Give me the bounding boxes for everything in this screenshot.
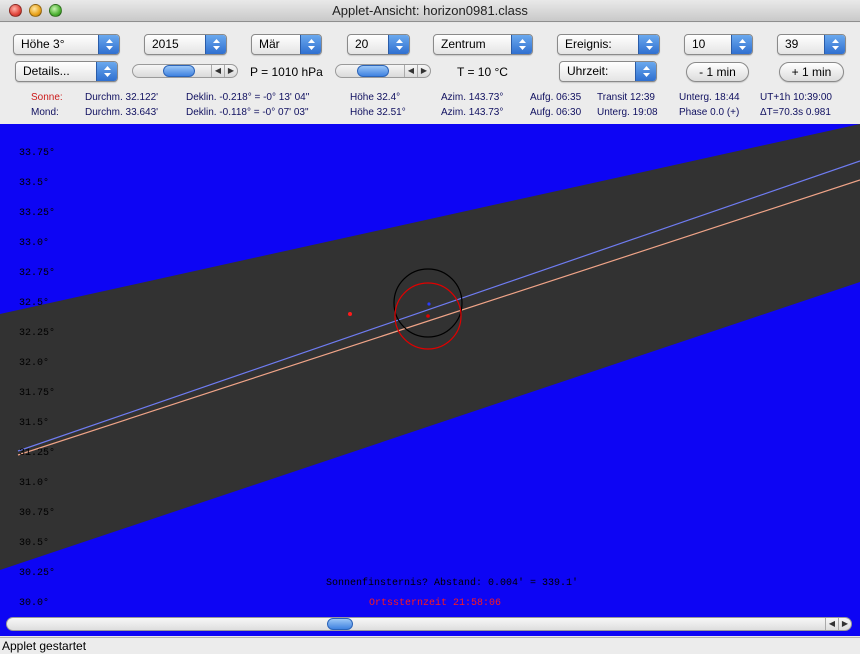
select-arrows-icon	[96, 62, 117, 81]
pressure-slider-thumb[interactable]	[163, 65, 195, 77]
y-axis-label: 31.0°	[19, 478, 50, 489]
sun-rise: Aufg. 06:35	[530, 92, 582, 103]
minute-select[interactable]: 39	[777, 34, 846, 55]
title-bar: Applet-Ansicht: horizon0981.class	[0, 0, 860, 22]
sun-set: Unterg. 18:44	[679, 92, 740, 103]
sidereal-time: Ortssternzeit 21:58:06	[369, 598, 502, 609]
y-axis-label: 33.25°	[19, 208, 56, 219]
year-select-value: 2015	[152, 37, 179, 51]
y-axis-label: 30.25°	[19, 568, 56, 579]
day-select-value: 20	[355, 37, 369, 51]
event-select[interactable]: Ereignis:	[557, 34, 660, 55]
sun-declination: Deklin. -0.218° = -0° 13' 04"	[186, 92, 310, 103]
arrow-right-icon[interactable]: ▶	[224, 65, 237, 77]
arrow-right-icon[interactable]: ▶	[838, 618, 851, 630]
y-axis-label: 33.5°	[19, 178, 50, 189]
y-axis-label: 32.25°	[19, 328, 56, 339]
select-arrows-icon	[98, 35, 119, 54]
hour-select-value: 10	[692, 37, 706, 51]
center-select[interactable]: Zentrum	[433, 34, 533, 55]
time-scrollbar[interactable]: ◀ ▶	[6, 617, 852, 631]
delta-t: ΔT=70.3s 0.981	[760, 107, 831, 118]
horizon-canvas[interactable]: 33.75° 33.5° 33.25° 33.0° 32.75° 32.5° 3…	[0, 124, 860, 616]
time-select[interactable]: Uhrzeit:	[559, 61, 657, 82]
y-axis-label: 33.0°	[19, 238, 50, 249]
sun-center-dot	[426, 314, 430, 318]
time-select-value: Uhrzeit:	[567, 64, 609, 78]
arrow-left-icon[interactable]: ◀	[825, 618, 838, 630]
minus-one-minute-button[interactable]: - 1 min	[686, 62, 749, 82]
details-select[interactable]: Details...	[15, 61, 118, 82]
visibility-band	[0, 124, 860, 570]
window-title: Applet-Ansicht: horizon0981.class	[332, 3, 528, 18]
moon-declination: Deklin. -0.118° = -0° 07' 03"	[186, 107, 309, 118]
moon-center-dot	[427, 302, 431, 306]
sun-transit: Transit 12:39	[597, 92, 655, 103]
moon-altitude: Höhe 32.51°	[350, 107, 406, 118]
arrow-left-icon[interactable]: ◀	[211, 65, 224, 77]
moon-label: Mond:	[31, 107, 59, 118]
arrow-right-icon[interactable]: ▶	[417, 65, 430, 77]
moon-phase: Phase 0.0 (+)	[679, 107, 740, 118]
controls-panel: Höhe 3° 2015 Mär 20 Zentrum Ereignis: 10…	[0, 23, 860, 124]
eclipse-note: Sonnenfinsternis? Abstand: 0.004' = 339.…	[326, 578, 579, 589]
center-select-value: Zentrum	[441, 37, 486, 51]
sun-altitude: Höhe 32.4°	[350, 92, 401, 103]
moon-set: Unterg. 19:08	[597, 107, 658, 118]
y-axis-label: 30.5°	[19, 538, 50, 549]
sun-azimuth: Azim. 143.73°	[441, 92, 504, 103]
y-axis-label: 31.75°	[19, 388, 56, 399]
year-select[interactable]: 2015	[144, 34, 227, 55]
moon-diameter: Durchm. 33.643'	[85, 107, 159, 118]
sun-diameter: Durchm. 32.122'	[85, 92, 159, 103]
temperature-slider[interactable]: ◀ ▶	[335, 64, 431, 78]
pressure-slider[interactable]: ◀ ▶	[132, 64, 238, 78]
y-axis-label: 30.75°	[19, 508, 56, 519]
altitude-select[interactable]: Höhe 3°	[13, 34, 120, 55]
y-axis-label: 32.5°	[19, 298, 50, 309]
y-axis-label: 31.25°	[19, 448, 56, 459]
select-arrows-icon	[731, 35, 752, 54]
month-select[interactable]: Mär	[251, 34, 322, 55]
select-arrows-icon	[511, 35, 532, 54]
sun-label: Sonne:	[31, 92, 63, 103]
hour-select[interactable]: 10	[684, 34, 753, 55]
minute-select-value: 39	[785, 37, 799, 51]
select-arrows-icon	[635, 62, 656, 81]
temperature-slider-thumb[interactable]	[357, 65, 389, 77]
altitude-select-value: Höhe 3°	[21, 37, 65, 51]
horizon-plot	[0, 124, 860, 570]
y-axis-label: 32.0°	[19, 358, 50, 369]
select-arrows-icon	[638, 35, 659, 54]
month-select-value: Mär	[259, 37, 280, 51]
marker-dot	[348, 312, 352, 316]
status-bar: Applet gestartet	[0, 637, 860, 654]
details-select-value: Details...	[23, 64, 70, 78]
moon-rise: Aufg. 06:30	[530, 107, 582, 118]
select-arrows-icon	[300, 35, 321, 54]
pressure-label: P = 1010 hPa	[250, 65, 323, 79]
time-scrollbar-thumb[interactable]	[327, 618, 353, 630]
temperature-label: T = 10 °C	[457, 65, 508, 79]
select-arrows-icon	[388, 35, 409, 54]
universal-time: UT+1h 10:39:00	[760, 92, 832, 103]
select-arrows-icon	[824, 35, 845, 54]
select-arrows-icon	[205, 35, 226, 54]
y-axis-label: 31.5°	[19, 418, 50, 429]
y-axis-label: 30.0°	[19, 598, 50, 609]
day-select[interactable]: 20	[347, 34, 410, 55]
moon-azimuth: Azim. 143.73°	[441, 107, 504, 118]
y-axis-label: 33.75°	[19, 148, 56, 159]
plus-one-minute-button[interactable]: + 1 min	[779, 62, 844, 82]
event-select-value: Ereignis:	[565, 37, 612, 51]
time-scrollbar-area: ◀ ▶	[0, 616, 860, 636]
y-axis-label: 32.75°	[19, 268, 56, 279]
arrow-left-icon[interactable]: ◀	[404, 65, 417, 77]
